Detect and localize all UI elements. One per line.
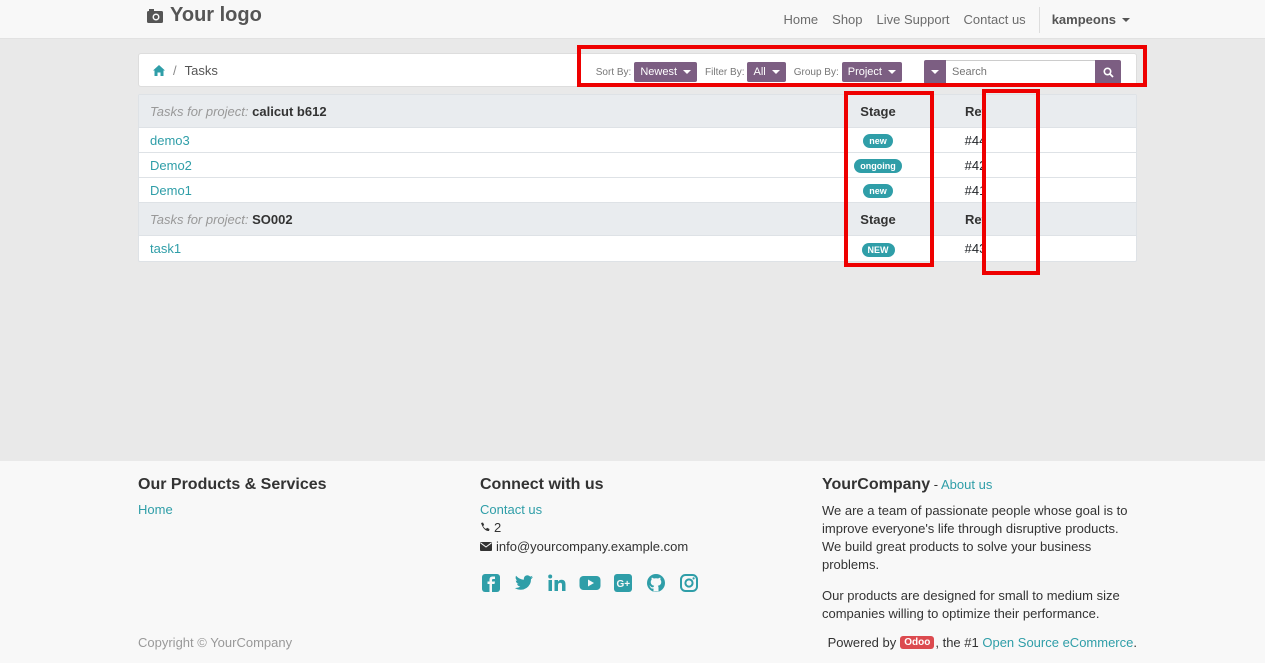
footer-about: YourCompany - About us We are a team of … — [822, 476, 1137, 636]
about-heading: YourCompany - About us — [822, 476, 1137, 494]
footer-products: Our Products & Services Home — [138, 476, 327, 517]
youtube-icon[interactable] — [579, 572, 601, 594]
copyright: Copyright © YourCompany — [138, 635, 293, 650]
highlight-box-ref — [982, 89, 1040, 275]
open-source-ecommerce-link[interactable]: Open Source eCommerce — [982, 635, 1133, 650]
breadcrumb-current: Tasks — [184, 63, 218, 78]
linkedin-icon[interactable] — [546, 572, 568, 594]
user-name: kampeons — [1051, 12, 1116, 27]
connect-title: Connect with us — [480, 476, 604, 493]
footer-contact-link[interactable]: Contact us — [480, 502, 542, 517]
facebook-icon[interactable] — [480, 572, 502, 594]
group-prefix: Tasks for project: — [150, 211, 249, 227]
breadcrumb-separator: / — [173, 63, 177, 78]
breadcrumb: / Tasks — [153, 63, 218, 78]
about-separator: - — [930, 477, 941, 492]
home-icon[interactable] — [153, 65, 165, 76]
highlight-box-stage — [844, 91, 934, 267]
footer: Our Products & Services Home Connect wit… — [0, 461, 1265, 663]
group-prefix: Tasks for project: — [150, 103, 249, 119]
user-menu[interactable]: kampeons — [1044, 12, 1138, 27]
logo-text: Your logo — [170, 4, 262, 26]
footer-connect: Connect with us Contact us 2 info@yourco… — [480, 476, 711, 594]
group-project-name: SO002 — [252, 211, 293, 227]
phone-line: 2 — [480, 518, 711, 536]
chevron-down-icon — [1122, 17, 1130, 22]
task-link[interactable]: task1 — [150, 241, 181, 256]
about-paragraph-1: We are a team of passionate people whose… — [822, 503, 1128, 572]
logo[interactable]: Your logo — [146, 4, 262, 27]
powered-prefix: Powered by — [827, 635, 897, 650]
nav-shop-link[interactable]: Shop — [825, 12, 869, 27]
email-address: info@yourcompany.example.com — [496, 538, 689, 554]
task-link[interactable]: Demo1 — [150, 183, 192, 198]
about-us-link[interactable]: About us — [941, 477, 992, 492]
nav-divider — [1038, 6, 1040, 33]
twitter-icon[interactable] — [513, 572, 535, 594]
instagram-icon[interactable] — [678, 572, 700, 594]
highlight-box-filters — [577, 45, 1147, 87]
email-line: info@yourcompany.example.com — [480, 537, 711, 555]
odoo-logo[interactable]: Odoo — [900, 636, 935, 649]
products-title: Our Products & Services — [138, 476, 327, 493]
google-plus-icon[interactable]: G+ — [612, 572, 634, 594]
github-icon[interactable] — [645, 572, 667, 594]
social-links: G+ — [480, 572, 711, 594]
powered-mid: , the #1 — [935, 635, 979, 650]
camera-icon — [147, 8, 163, 23]
group-project-name: calicut b612 — [252, 103, 327, 119]
top-navbar: Your logo Home Shop Live Support Contact… — [0, 0, 1265, 39]
svg-text:G+: G+ — [617, 579, 631, 590]
company-name: YourCompany — [822, 476, 931, 493]
envelope-icon — [480, 541, 492, 551]
about-paragraph-2: Our products are designed for small to m… — [822, 588, 1120, 621]
nav-home-link[interactable]: Home — [776, 12, 825, 27]
nav-contact-link[interactable]: Contact us — [957, 12, 1033, 27]
powered-by: Powered by Odoo , the #1 Open Source eCo… — [828, 635, 1137, 650]
nav-live-support-link[interactable]: Live Support — [870, 12, 957, 27]
phone-number: 2 — [494, 519, 502, 535]
footer-home-link[interactable]: Home — [138, 502, 173, 517]
powered-end: . — [1133, 635, 1137, 650]
task-link[interactable]: Demo2 — [150, 158, 192, 173]
phone-icon — [481, 522, 490, 532]
task-link[interactable]: demo3 — [150, 133, 190, 148]
